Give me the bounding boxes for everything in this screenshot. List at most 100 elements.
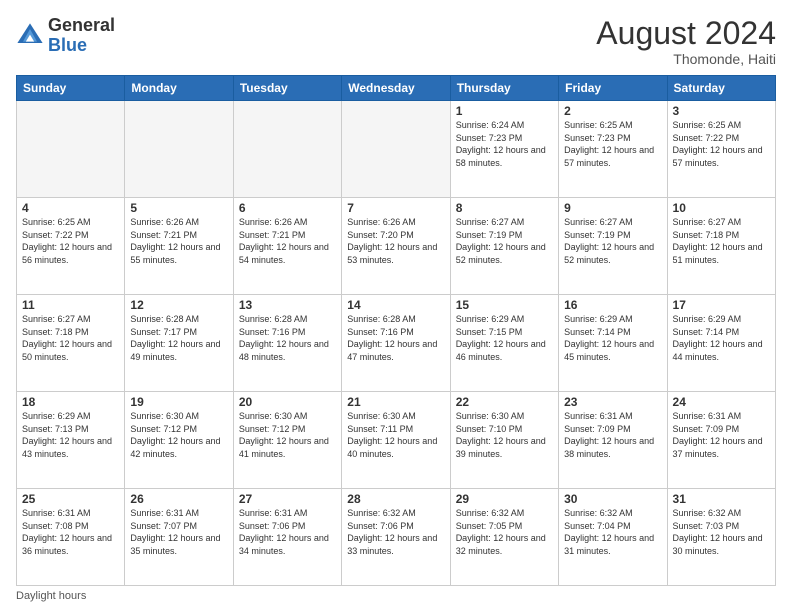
day-number: 24: [673, 395, 770, 409]
calendar-cell: 19Sunrise: 6:30 AMSunset: 7:12 PMDayligh…: [125, 392, 233, 489]
calendar-week-4: 25Sunrise: 6:31 AMSunset: 7:08 PMDayligh…: [17, 489, 776, 586]
day-number: 14: [347, 298, 444, 312]
calendar-cell: 2Sunrise: 6:25 AMSunset: 7:23 PMDaylight…: [559, 101, 667, 198]
location: Thomonde, Haiti: [596, 51, 776, 67]
calendar-cell: 22Sunrise: 6:30 AMSunset: 7:10 PMDayligh…: [450, 392, 558, 489]
day-info: Sunrise: 6:31 AMSunset: 7:08 PMDaylight:…: [22, 507, 119, 557]
title-block: August 2024 Thomonde, Haiti: [596, 16, 776, 67]
day-info: Sunrise: 6:32 AMSunset: 7:04 PMDaylight:…: [564, 507, 661, 557]
calendar-cell: 9Sunrise: 6:27 AMSunset: 7:19 PMDaylight…: [559, 198, 667, 295]
day-info: Sunrise: 6:25 AMSunset: 7:23 PMDaylight:…: [564, 119, 661, 169]
calendar-cell: 18Sunrise: 6:29 AMSunset: 7:13 PMDayligh…: [17, 392, 125, 489]
day-number: 19: [130, 395, 227, 409]
calendar-week-0: 1Sunrise: 6:24 AMSunset: 7:23 PMDaylight…: [17, 101, 776, 198]
calendar-cell: 29Sunrise: 6:32 AMSunset: 7:05 PMDayligh…: [450, 489, 558, 586]
day-header-monday: Monday: [125, 76, 233, 101]
day-info: Sunrise: 6:31 AMSunset: 7:07 PMDaylight:…: [130, 507, 227, 557]
day-info: Sunrise: 6:27 AMSunset: 7:19 PMDaylight:…: [564, 216, 661, 266]
day-info: Sunrise: 6:31 AMSunset: 7:09 PMDaylight:…: [564, 410, 661, 460]
page: General Blue August 2024 Thomonde, Haiti…: [0, 0, 792, 612]
day-info: Sunrise: 6:32 AMSunset: 7:06 PMDaylight:…: [347, 507, 444, 557]
calendar-cell: 11Sunrise: 6:27 AMSunset: 7:18 PMDayligh…: [17, 295, 125, 392]
day-number: 8: [456, 201, 553, 215]
calendar-header-row: SundayMondayTuesdayWednesdayThursdayFrid…: [17, 76, 776, 101]
day-info: Sunrise: 6:32 AMSunset: 7:03 PMDaylight:…: [673, 507, 770, 557]
calendar-week-1: 4Sunrise: 6:25 AMSunset: 7:22 PMDaylight…: [17, 198, 776, 295]
logo: General Blue: [16, 16, 115, 56]
calendar-cell: 8Sunrise: 6:27 AMSunset: 7:19 PMDaylight…: [450, 198, 558, 295]
day-number: 22: [456, 395, 553, 409]
day-number: 2: [564, 104, 661, 118]
calendar-cell: 30Sunrise: 6:32 AMSunset: 7:04 PMDayligh…: [559, 489, 667, 586]
calendar-cell: 16Sunrise: 6:29 AMSunset: 7:14 PMDayligh…: [559, 295, 667, 392]
calendar-cell: 23Sunrise: 6:31 AMSunset: 7:09 PMDayligh…: [559, 392, 667, 489]
header: General Blue August 2024 Thomonde, Haiti: [16, 16, 776, 67]
logo-text: General Blue: [48, 16, 115, 56]
calendar-cell: 10Sunrise: 6:27 AMSunset: 7:18 PMDayligh…: [667, 198, 775, 295]
day-info: Sunrise: 6:28 AMSunset: 7:16 PMDaylight:…: [239, 313, 336, 363]
day-header-wednesday: Wednesday: [342, 76, 450, 101]
calendar-cell: 17Sunrise: 6:29 AMSunset: 7:14 PMDayligh…: [667, 295, 775, 392]
day-info: Sunrise: 6:31 AMSunset: 7:09 PMDaylight:…: [673, 410, 770, 460]
day-number: 13: [239, 298, 336, 312]
calendar-cell: 5Sunrise: 6:26 AMSunset: 7:21 PMDaylight…: [125, 198, 233, 295]
day-info: Sunrise: 6:27 AMSunset: 7:18 PMDaylight:…: [22, 313, 119, 363]
day-number: 18: [22, 395, 119, 409]
calendar-cell: 27Sunrise: 6:31 AMSunset: 7:06 PMDayligh…: [233, 489, 341, 586]
day-header-tuesday: Tuesday: [233, 76, 341, 101]
calendar-cell: 3Sunrise: 6:25 AMSunset: 7:22 PMDaylight…: [667, 101, 775, 198]
day-number: 23: [564, 395, 661, 409]
calendar-cell: 7Sunrise: 6:26 AMSunset: 7:20 PMDaylight…: [342, 198, 450, 295]
day-info: Sunrise: 6:26 AMSunset: 7:20 PMDaylight:…: [347, 216, 444, 266]
day-number: 7: [347, 201, 444, 215]
day-info: Sunrise: 6:29 AMSunset: 7:15 PMDaylight:…: [456, 313, 553, 363]
day-info: Sunrise: 6:32 AMSunset: 7:05 PMDaylight:…: [456, 507, 553, 557]
calendar-cell: 20Sunrise: 6:30 AMSunset: 7:12 PMDayligh…: [233, 392, 341, 489]
day-number: 26: [130, 492, 227, 506]
day-number: 29: [456, 492, 553, 506]
calendar-cell: 12Sunrise: 6:28 AMSunset: 7:17 PMDayligh…: [125, 295, 233, 392]
calendar-cell: [17, 101, 125, 198]
calendar-cell: 14Sunrise: 6:28 AMSunset: 7:16 PMDayligh…: [342, 295, 450, 392]
calendar-cell: 24Sunrise: 6:31 AMSunset: 7:09 PMDayligh…: [667, 392, 775, 489]
day-info: Sunrise: 6:30 AMSunset: 7:12 PMDaylight:…: [239, 410, 336, 460]
day-number: 1: [456, 104, 553, 118]
month-year: August 2024: [596, 16, 776, 51]
calendar-cell: 13Sunrise: 6:28 AMSunset: 7:16 PMDayligh…: [233, 295, 341, 392]
day-info: Sunrise: 6:24 AMSunset: 7:23 PMDaylight:…: [456, 119, 553, 169]
day-number: 15: [456, 298, 553, 312]
calendar-week-3: 18Sunrise: 6:29 AMSunset: 7:13 PMDayligh…: [17, 392, 776, 489]
calendar-cell: 6Sunrise: 6:26 AMSunset: 7:21 PMDaylight…: [233, 198, 341, 295]
day-info: Sunrise: 6:28 AMSunset: 7:16 PMDaylight:…: [347, 313, 444, 363]
day-info: Sunrise: 6:26 AMSunset: 7:21 PMDaylight:…: [239, 216, 336, 266]
day-info: Sunrise: 6:29 AMSunset: 7:14 PMDaylight:…: [564, 313, 661, 363]
day-header-saturday: Saturday: [667, 76, 775, 101]
day-info: Sunrise: 6:27 AMSunset: 7:18 PMDaylight:…: [673, 216, 770, 266]
calendar-cell: 15Sunrise: 6:29 AMSunset: 7:15 PMDayligh…: [450, 295, 558, 392]
day-number: 30: [564, 492, 661, 506]
day-number: 3: [673, 104, 770, 118]
calendar-cell: [125, 101, 233, 198]
day-number: 10: [673, 201, 770, 215]
calendar-cell: [342, 101, 450, 198]
calendar-cell: 28Sunrise: 6:32 AMSunset: 7:06 PMDayligh…: [342, 489, 450, 586]
day-info: Sunrise: 6:29 AMSunset: 7:14 PMDaylight:…: [673, 313, 770, 363]
day-info: Sunrise: 6:28 AMSunset: 7:17 PMDaylight:…: [130, 313, 227, 363]
day-number: 6: [239, 201, 336, 215]
day-info: Sunrise: 6:29 AMSunset: 7:13 PMDaylight:…: [22, 410, 119, 460]
calendar-cell: 21Sunrise: 6:30 AMSunset: 7:11 PMDayligh…: [342, 392, 450, 489]
footer-note: Daylight hours: [16, 590, 776, 602]
day-header-friday: Friday: [559, 76, 667, 101]
calendar-cell: [233, 101, 341, 198]
day-info: Sunrise: 6:30 AMSunset: 7:10 PMDaylight:…: [456, 410, 553, 460]
logo-general-text: General: [48, 16, 115, 36]
day-number: 27: [239, 492, 336, 506]
day-number: 31: [673, 492, 770, 506]
logo-icon: [16, 22, 44, 50]
day-header-sunday: Sunday: [17, 76, 125, 101]
day-info: Sunrise: 6:25 AMSunset: 7:22 PMDaylight:…: [673, 119, 770, 169]
day-info: Sunrise: 6:30 AMSunset: 7:11 PMDaylight:…: [347, 410, 444, 460]
logo-blue-text: Blue: [48, 36, 115, 56]
day-info: Sunrise: 6:30 AMSunset: 7:12 PMDaylight:…: [130, 410, 227, 460]
day-number: 4: [22, 201, 119, 215]
